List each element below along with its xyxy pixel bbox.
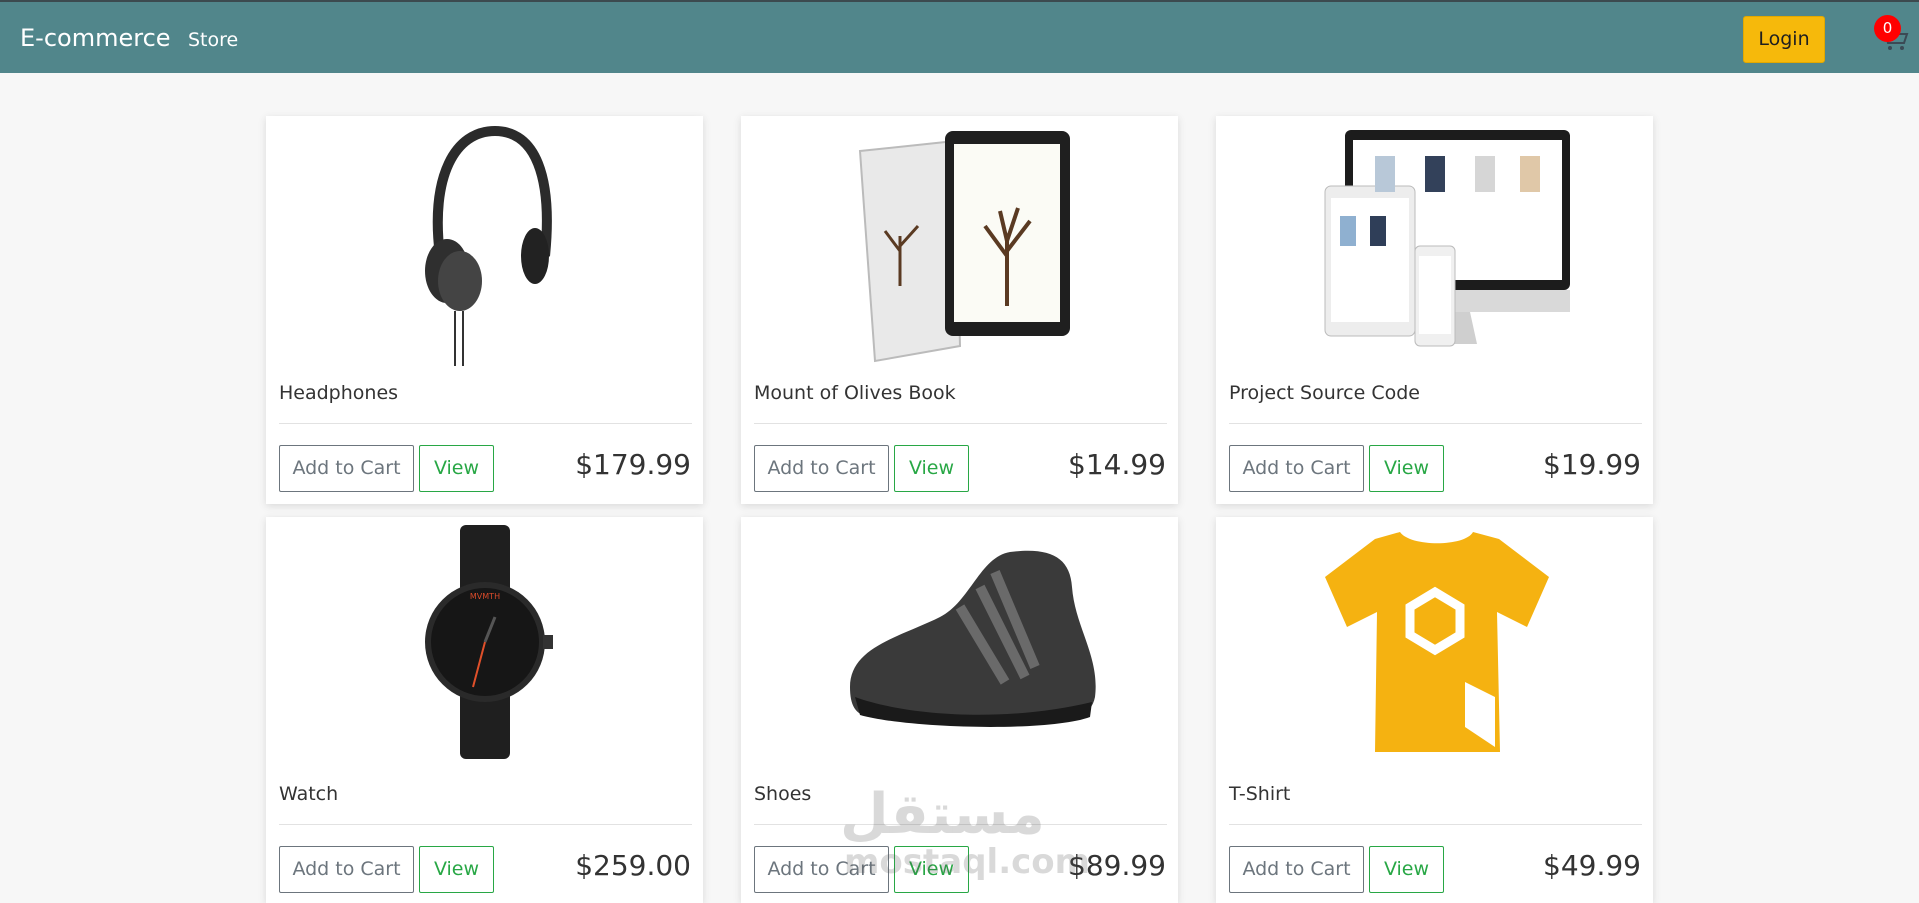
devices-icon	[1324, 130, 1570, 347]
product-price: $14.99	[1068, 448, 1166, 481]
product-image[interactable]	[741, 517, 1178, 767]
product-card: Headphones Add to Cart View $179.99	[266, 116, 703, 504]
divider	[1229, 423, 1642, 424]
product-price: $49.99	[1543, 849, 1641, 882]
view-button[interactable]: View	[1369, 846, 1444, 893]
product-image[interactable]	[1216, 517, 1653, 767]
view-button[interactable]: View	[419, 445, 494, 492]
divider	[1229, 824, 1642, 825]
divider	[754, 824, 1167, 825]
login-button[interactable]: Login	[1743, 16, 1825, 63]
book-icon	[858, 131, 1070, 363]
view-button[interactable]: View	[419, 846, 494, 893]
product-title: T-Shirt	[1229, 783, 1291, 805]
svg-text:MVMTH: MVMTH	[469, 592, 499, 601]
headphones-icon	[424, 125, 552, 366]
shoe-icon	[849, 550, 1096, 727]
product-card: Project Source Code Add to Cart View $19…	[1216, 116, 1653, 504]
product-title: Project Source Code	[1229, 382, 1420, 404]
product-title: Mount of Olives Book	[754, 382, 956, 404]
tshirt-icon	[1324, 532, 1549, 752]
product-card: T-Shirt Add to Cart View $49.99	[1216, 517, 1653, 903]
divider	[279, 824, 692, 825]
product-card: MVMTH Watch Add to Cart View $259.00	[266, 517, 703, 903]
add-to-cart-button[interactable]: Add to Cart	[1229, 445, 1364, 492]
nav-store-link[interactable]: Store	[188, 29, 238, 51]
watch-icon: MVMTH	[424, 525, 553, 759]
product-title: Headphones	[279, 382, 399, 404]
product-image[interactable]	[266, 116, 703, 366]
product-price: $89.99	[1068, 849, 1166, 882]
product-card: Mount of Olives Book Add to Cart View $1…	[741, 116, 1178, 504]
product-image[interactable]	[741, 116, 1178, 366]
navbar: E-commerce Store Login 0	[0, 0, 1919, 73]
product-image[interactable]	[1216, 116, 1653, 366]
view-button[interactable]: View	[894, 445, 969, 492]
product-price: $259.00	[575, 849, 691, 882]
add-to-cart-button[interactable]: Add to Cart	[754, 846, 889, 893]
divider	[754, 423, 1167, 424]
divider	[279, 423, 692, 424]
brand-link[interactable]: E-commerce	[20, 24, 171, 52]
product-title: Watch	[279, 783, 339, 805]
cart-count-badge: 0	[1874, 15, 1901, 42]
view-button[interactable]: View	[894, 846, 969, 893]
add-to-cart-button[interactable]: Add to Cart	[754, 445, 889, 492]
product-price: $179.99	[575, 448, 691, 481]
product-image[interactable]: MVMTH	[266, 517, 703, 767]
add-to-cart-button[interactable]: Add to Cart	[279, 445, 414, 492]
product-price: $19.99	[1543, 448, 1641, 481]
add-to-cart-button[interactable]: Add to Cart	[279, 846, 414, 893]
product-card: Shoes Add to Cart View $89.99	[741, 517, 1178, 903]
product-title: Shoes	[754, 783, 812, 805]
view-button[interactable]: View	[1369, 445, 1444, 492]
add-to-cart-button[interactable]: Add to Cart	[1229, 846, 1364, 893]
